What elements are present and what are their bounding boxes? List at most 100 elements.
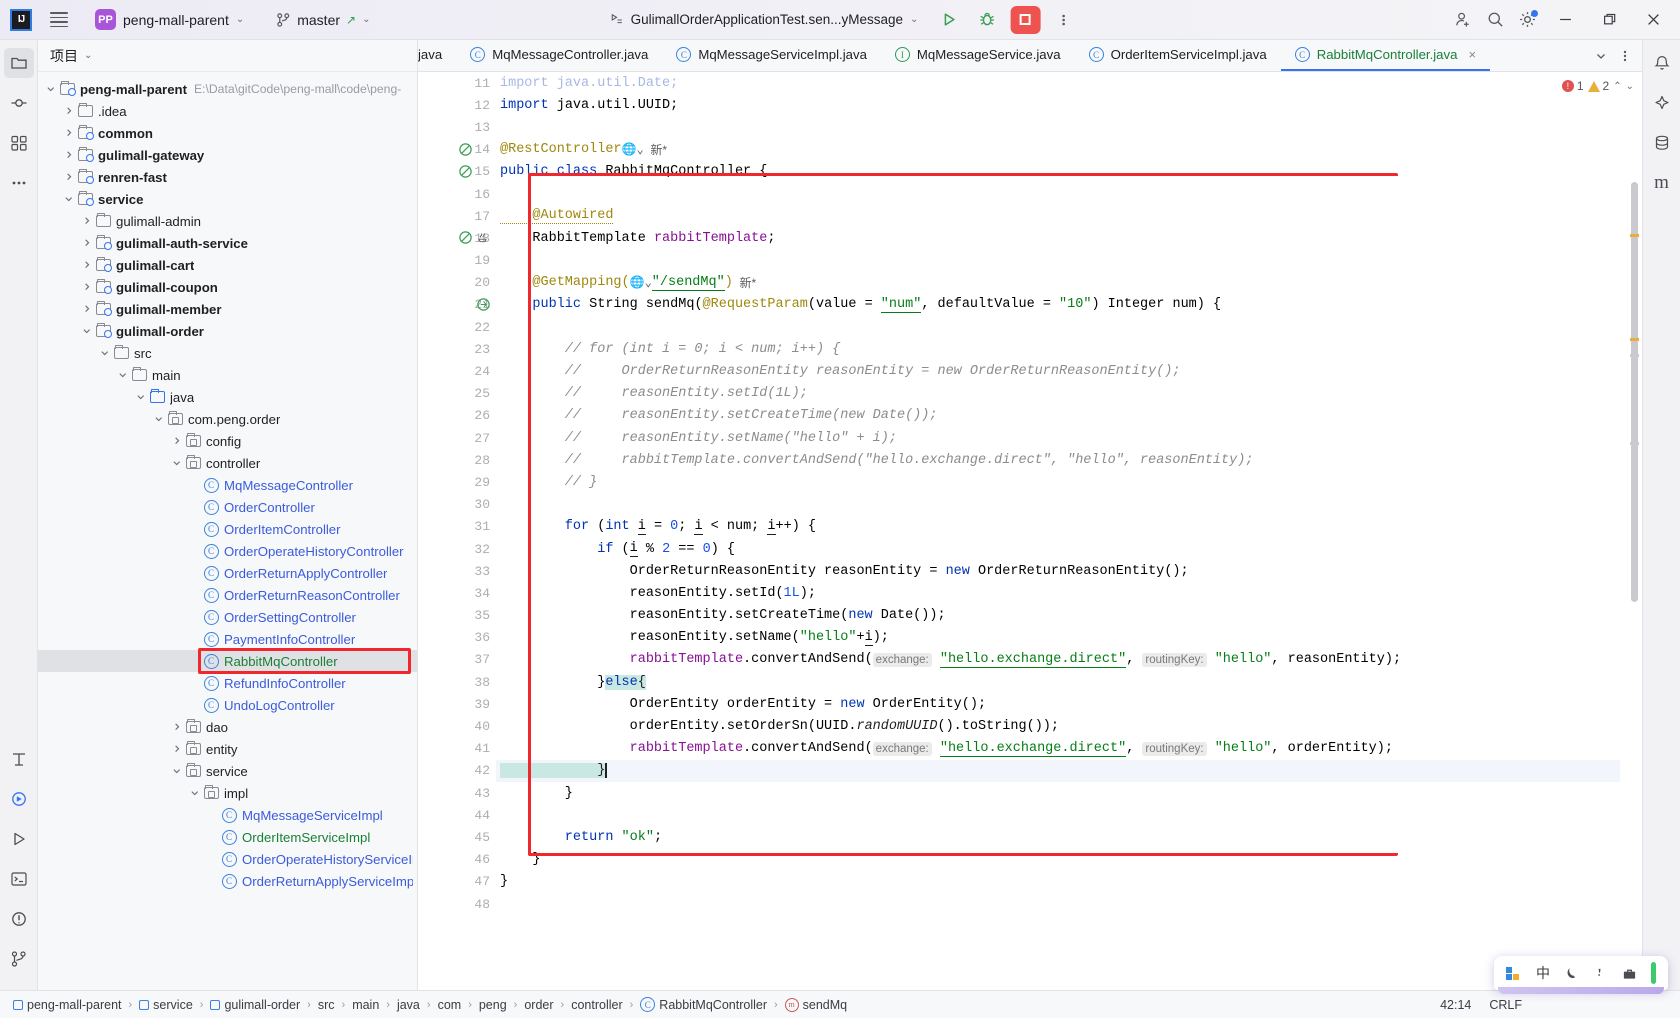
gutter-line-12[interactable]: 12 [418,94,496,116]
tree-node-refundinfocontroller[interactable]: C RefundInfoController [38,672,417,694]
code-line-15[interactable]: public class RabbitMqController { [496,161,1620,183]
code-line-27[interactable]: // reasonEntity.setName("hello" + i); [496,427,1620,449]
gutter-line-37[interactable]: 37 [418,649,496,671]
run-configuration-selector[interactable]: GulimallOrderApplicationTest.sen...yMess… [602,9,927,30]
tree-node-orderitemserviceimpl[interactable]: C OrderItemServiceImpl [38,826,417,848]
next-problem-button[interactable]: ⌄ [1626,81,1634,92]
chevron-right-icon[interactable] [62,150,76,160]
tree-node-mqmessagecontroller[interactable]: C MqMessageController [38,474,417,496]
chevron-right-icon[interactable] [80,304,94,314]
chevron-right-icon[interactable] [80,260,94,270]
editor-tab-bar[interactable]: java C MqMessageController.java C MqMessageS… [418,40,1642,72]
gutter-line-48[interactable]: 48 [418,893,496,915]
tab-java[interactable]: java [418,40,456,71]
sidebar-item-version-control[interactable] [4,944,34,974]
main-menu-icon[interactable] [46,7,72,33]
gutter-line-28[interactable]: 28 [418,449,496,471]
chevron-right-icon[interactable] [170,722,184,732]
gutter-line-11[interactable]: 11 [418,72,496,94]
code-line-34[interactable]: reasonEntity.setId(1L); [496,582,1620,604]
gutter-line-20[interactable]: 20 [418,272,496,294]
gutter-line-24[interactable]: 24 [418,360,496,382]
gutter-line-31[interactable]: 31 [418,516,496,538]
gutter-line-47[interactable]: 47 [418,871,496,893]
breadcrumb-item-com[interactable]: com [435,997,465,1013]
breadcrumb-item-gulimall-order[interactable]: gulimall-order [207,997,303,1013]
tree-node-gulimall-gateway[interactable]: gulimall-gateway [38,144,417,166]
gutter-line-39[interactable]: 39 [418,693,496,715]
tab-mqmessageservice[interactable]: I MqMessageService.java [881,40,1075,71]
code-line-39[interactable]: OrderEntity orderEntity = new OrderEntit… [496,693,1620,715]
breadcrumb-item-java[interactable]: java [394,997,423,1013]
sidebar-item-project[interactable] [3,48,34,78]
gutter-inspection-icon[interactable] [458,142,474,158]
code-content[interactable]: import java.util.Date; import java.util.U… [496,72,1620,990]
gutter-line-32[interactable]: 32 [418,538,496,560]
search-everywhere-button[interactable] [1480,6,1510,34]
code-line-41[interactable]: rabbitTemplate .convertAndSend(exchange: … [496,738,1620,760]
code-line-20[interactable]: @GetMapping(🌐⌄ "/sendMq") 新* [496,272,1620,294]
code-line-37[interactable]: rabbitTemplate .convertAndSend(exchange: … [496,649,1620,671]
tree-node-renren-fast[interactable]: renren-fast [38,166,417,188]
gutter-line-17[interactable]: 17 [418,205,496,227]
code-line-23[interactable]: // for (int i = 0; i < num; i++) { [496,338,1620,360]
globe-icon[interactable]: 🌐⌄ [622,142,644,157]
code-line-32[interactable]: if (i % 2 == 0) { [496,538,1620,560]
code-line-36[interactable]: reasonEntity.setName("hello" + i); [496,627,1620,649]
sidebar-item-notifications[interactable] [1647,48,1677,78]
sidebar-item-services[interactable] [4,784,34,814]
sidebar-item-run[interactable] [4,824,34,854]
tree-node-orderoperatehistorycontroller[interactable]: C OrderOperateHistoryController [38,540,417,562]
code-line-46[interactable]: } [496,849,1620,871]
tree-node-orderitemcontroller[interactable]: C OrderItemController [38,518,417,540]
sidebar-item-problems[interactable] [4,904,34,934]
scrollbar-thumb[interactable] [1631,182,1638,602]
warning-count-chip[interactable]: 2 [1587,79,1609,93]
inspection-widget[interactable]: ! 1 2 ⌃ ⌄ [1559,78,1636,94]
chevron-right-icon[interactable] [80,216,94,226]
gutter-line-18[interactable]: 18 [418,227,496,249]
gutter-inspection-icon[interactable] [458,230,474,246]
code-line-40[interactable]: orderEntity.setOrderSn(UUID. randomUUID()… [496,715,1620,737]
gutter-line-30[interactable]: 30 [418,494,496,516]
chevron-right-icon[interactable] [80,282,94,292]
moon-icon[interactable] [1564,966,1579,981]
tab-list-button[interactable] [1590,44,1612,68]
sidebar-item-structure[interactable] [4,128,34,158]
tree-node-dao[interactable]: dao [38,716,417,738]
chevron-down-icon[interactable] [62,194,76,204]
sidebar-item-terminal[interactable] [4,864,34,894]
tree-node-com-peng-order[interactable]: com.peng.order [38,408,417,430]
breadcrumb-item-service[interactable]: service [136,997,196,1013]
code-line-18[interactable]: RabbitTemplate rabbitTemplate; [496,227,1620,249]
gutter-line-16[interactable]: 16 [418,183,496,205]
debug-button[interactable] [972,6,1002,34]
comma-icon[interactable] [1593,966,1608,981]
tree-node-gulimall-order[interactable]: gulimall-order [38,320,417,342]
sidebar-item-maven[interactable]: m [1647,168,1677,198]
branch-selector[interactable]: master ↗ ⌄ [269,9,377,31]
stop-button[interactable] [1010,5,1041,34]
sidebar-item-glyph[interactable] [4,744,34,774]
tree-node-orderreturnapplycontroller[interactable]: C OrderReturnApplyController [38,562,417,584]
chevron-down-icon[interactable] [80,326,94,336]
gutter-line-29[interactable]: 29 [418,471,496,493]
tab-mqmessageserviceimpl[interactable]: C MqMessageServiceImpl.java [662,40,881,71]
breadcrumb-item-src[interactable]: src [315,997,338,1013]
code-editor[interactable]: 11 12 13 14 15 16 17 18 19 20 21 22 23 24 25 26 27 28 29 30… [418,72,1642,990]
gutter-line-21[interactable]: 21 [418,294,496,316]
tree-node-rabbitmqcontroller[interactable]: C RabbitMqController [38,650,417,672]
tree-node-paymentinfocontroller[interactable]: C PaymentInfoController [38,628,417,650]
tree-node-controller[interactable]: controller [38,452,417,474]
account-button[interactable] [1448,6,1478,34]
sidebar-item-commit[interactable] [4,88,34,118]
editor-gutter[interactable]: 11 12 13 14 15 16 17 18 19 20 21 22 23 24 25 26 27 28 29 30… [418,72,496,990]
code-string-ref[interactable]: "hello.exchange.direct" [939,741,1127,757]
code-line-44[interactable] [496,804,1620,826]
tree-node--idea[interactable]: .idea [38,100,417,122]
breadcrumb-item-sendmq[interactable]: m sendMq [782,997,850,1013]
gutter-line-40[interactable]: 40 [418,715,496,737]
chevron-down-icon[interactable] [188,788,202,798]
gutter-bean-icon[interactable] [476,230,492,246]
code-line-19[interactable] [496,250,1620,272]
